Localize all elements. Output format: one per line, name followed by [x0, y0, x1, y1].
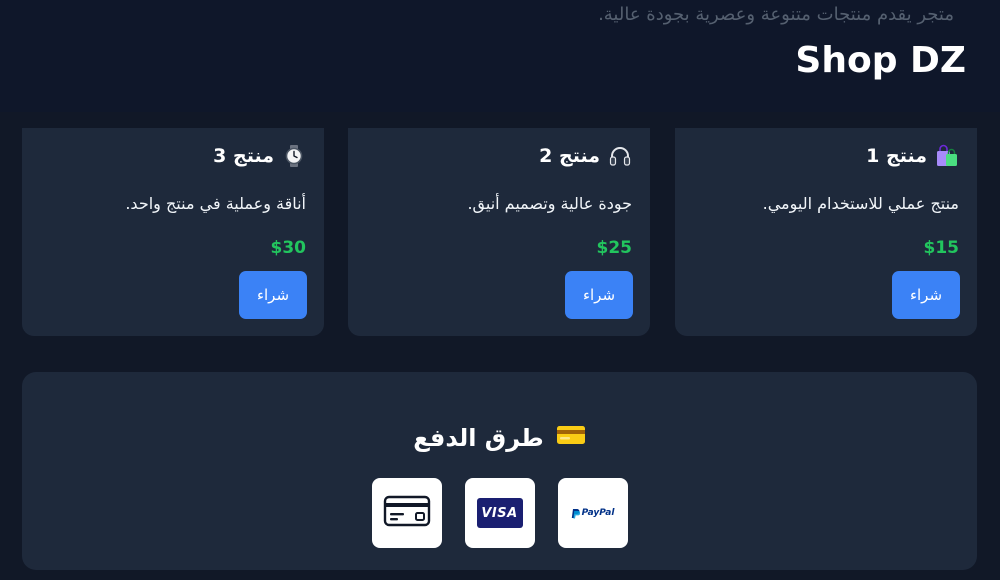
paypal-logo: PayPal: [571, 508, 615, 519]
product-description: منتج عملي للاستخدام اليومي.: [762, 194, 959, 213]
product-card-1: منتج 1 منتج عملي للاستخدام اليومي. $15 ش…: [675, 128, 977, 336]
product-description: أناقة وعملية في منتج واحد.: [125, 194, 306, 213]
product-name: منتج 1: [866, 145, 927, 167]
paypal-label: PayPal: [581, 508, 615, 518]
product-title: منتج 1: [866, 144, 959, 168]
product-name: منتج 3: [213, 145, 274, 167]
card-payment-button[interactable]: [371, 478, 442, 548]
payment-title-text: طرق الدفع: [413, 424, 544, 452]
payment-methods-section: طرق الدفع VISA PayPal: [22, 372, 977, 570]
site-tagline: متجر يقدم منتجات متنوعة وعصرية بجودة عال…: [598, 4, 954, 25]
product-price: $15: [923, 238, 960, 258]
watch-icon: [282, 144, 306, 168]
product-name: منتج 2: [539, 145, 600, 167]
visa-payment-button[interactable]: VISA: [464, 478, 535, 548]
buy-button[interactable]: شراء: [565, 271, 633, 319]
shopping-bags-icon: [935, 144, 959, 168]
header: متجر يقدم منتجات متنوعة وعصرية بجودة عال…: [0, 0, 1000, 112]
product-price: $25: [596, 238, 633, 258]
buy-button[interactable]: شراء: [239, 271, 307, 319]
credit-card-icon: [556, 424, 586, 452]
payment-methods-list: VISA PayPal: [22, 478, 977, 548]
buy-button[interactable]: شراء: [892, 271, 960, 319]
product-description: جودة عالية وتصميم أنيق.: [467, 194, 632, 213]
visa-logo: VISA: [476, 498, 523, 528]
product-card-2: منتج 2 جودة عالية وتصميم أنيق. $25 شراء: [348, 128, 650, 336]
paypal-payment-button[interactable]: PayPal: [557, 478, 628, 548]
headphones-icon: [608, 144, 632, 168]
site-title: Shop DZ: [795, 40, 966, 81]
paypal-icon: [571, 508, 580, 518]
product-price: $30: [270, 238, 307, 258]
payment-title: طرق الدفع: [22, 424, 977, 452]
product-card-3: منتج 3 أناقة وعملية في منتج واحد. $30 شر…: [22, 128, 324, 336]
product-title: منتج 3: [213, 144, 306, 168]
credit-card-outline-icon: [383, 494, 431, 532]
product-title: منتج 2: [539, 144, 632, 168]
